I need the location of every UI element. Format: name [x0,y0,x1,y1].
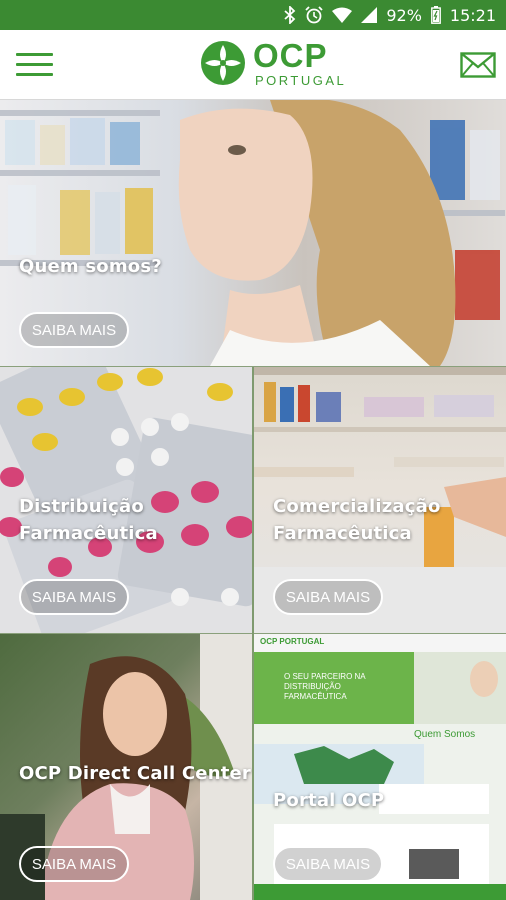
status-icons: 92% 15:21 [284,0,496,30]
tile-title: OCP Direct Call Center [19,763,251,784]
signal-icon [361,7,378,23]
tile-title: Portal OCP [273,790,385,811]
saiba-mais-button[interactable]: SAIBA MAIS [273,846,383,882]
tile-title: Distribuição Farmacêutica [19,496,158,544]
saiba-mais-button[interactable]: SAIBA MAIS [19,312,129,348]
tile-quem-somos[interactable]: Quem somos? SAIBA MAIS [0,100,506,366]
saiba-mais-button[interactable]: SAIBA MAIS [273,579,383,615]
ocp-logo: OCP PORTUGAL [199,37,347,91]
portal-preview-banner: O SEU PARCEIRO NA DISTRIBUIÇÃO FARMACÊUT… [284,672,366,701]
tile-divider-vertical [252,367,254,900]
tile-title: Comercialização Farmacêutica [273,496,441,544]
tile-portal-ocp[interactable]: OCP PORTUGAL O SEU PARCEIRO NA DISTRIBUI… [254,634,506,900]
bluetooth-icon [284,6,296,24]
portal-preview-heading: Quem Somos [414,729,476,740]
tile-title: Quem somos? [19,256,162,277]
alarm-icon [305,6,323,24]
logo-text: OCP [253,37,328,74]
clock: 15:21 [449,5,496,25]
hamburger-menu-icon[interactable] [16,51,54,79]
status-bar: 92% 15:21 [0,0,506,30]
tile-comercializacao-farmaceutica[interactable]: Comercialização Farmacêutica SAIBA MAIS [254,367,506,633]
portal-preview-logo: OCP PORTUGAL [260,637,325,646]
tile-distribuicao-farmaceutica[interactable]: Distribuição Farmacêutica SAIBA MAIS [0,367,252,633]
tile-ocp-direct-call-center[interactable]: OCP Direct Call Center SAIBA MAIS [0,634,252,900]
logo-subtext: PORTUGAL [255,73,347,88]
ocp-logo-mark [201,41,245,85]
saiba-mais-button[interactable]: SAIBA MAIS [19,579,129,615]
wifi-icon [332,7,353,23]
app-bar: OCP PORTUGAL [0,30,506,100]
envelope-icon[interactable] [460,52,496,78]
battery-icon [430,6,441,24]
battery-percent: 92% [386,5,422,25]
saiba-mais-button[interactable]: SAIBA MAIS [19,846,129,882]
